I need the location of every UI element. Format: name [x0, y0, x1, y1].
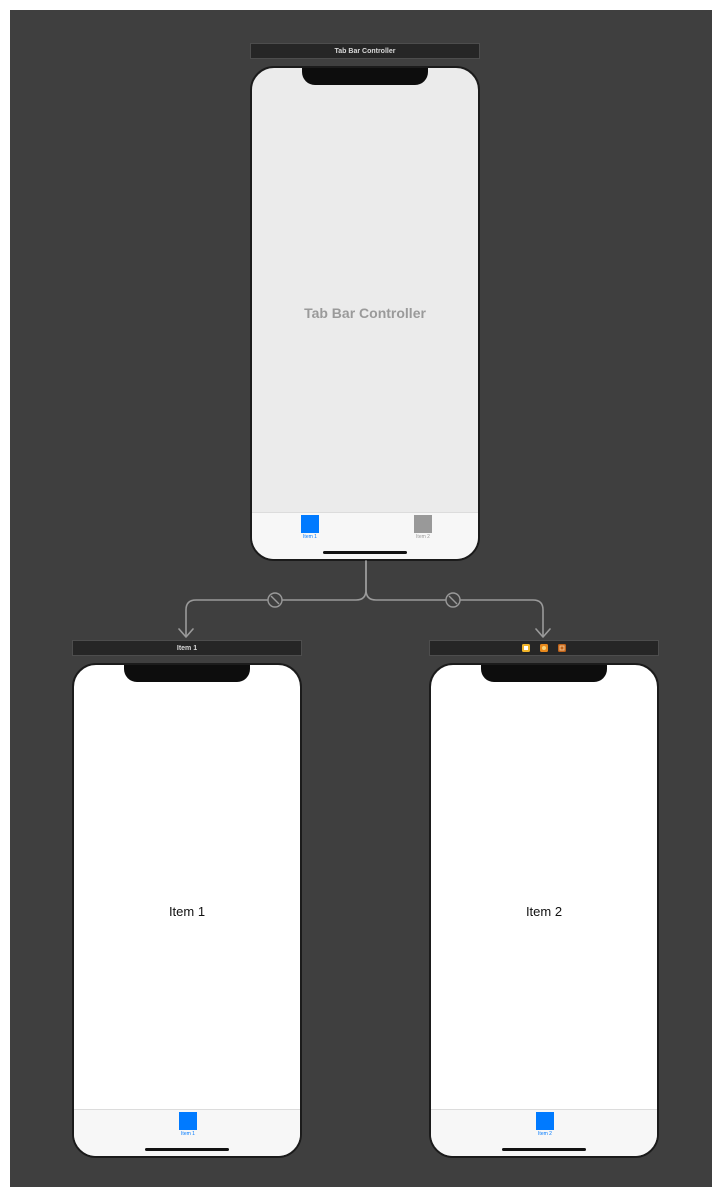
scene-title: Tab Bar Controller [334, 47, 396, 55]
home-indicator [323, 551, 407, 554]
tab-bar-controller-placeholder-label: Tab Bar Controller [304, 305, 426, 321]
tab-item-1[interactable]: Item 1 [280, 515, 340, 540]
item-2-screen[interactable]: Item 2 Item 2 [429, 663, 659, 1158]
device-notch [124, 665, 250, 682]
square-tab-icon [179, 1112, 197, 1130]
tab-item-1-label: Item 1 [303, 534, 317, 540]
square-tab-icon [301, 515, 319, 533]
tab-item-2[interactable]: Item 2 [515, 1112, 575, 1137]
item-2-label: Item 2 [525, 904, 563, 919]
tab-bar-controller-screen[interactable]: Tab Bar Controller Item 1 Item 2 [250, 66, 480, 561]
home-indicator [502, 1148, 586, 1151]
tab-bar-controller-scene-bar[interactable]: Tab Bar Controller [250, 43, 480, 59]
item-1-label: Item 1 [168, 904, 206, 919]
tab-item-1[interactable]: Item 1 [158, 1112, 218, 1137]
square-tab-icon [536, 1112, 554, 1130]
tab-item-1-label: Item 1 [181, 1131, 195, 1137]
item-2-scene-bar[interactable] [429, 640, 659, 656]
tab-item-2-label: Item 2 [416, 534, 430, 540]
tab-item-2-label: Item 2 [538, 1131, 552, 1137]
home-indicator [145, 1148, 229, 1151]
item-1-scene-bar[interactable]: Item 1 [72, 640, 302, 656]
view-controller-icon[interactable] [522, 644, 530, 652]
first-responder-icon[interactable] [540, 644, 548, 652]
device-notch [481, 665, 607, 682]
exit-icon[interactable] [558, 644, 566, 652]
device-notch [302, 68, 428, 85]
item-1-screen[interactable]: Item 1 Item 1 [72, 663, 302, 1158]
square-tab-icon [414, 515, 432, 533]
scene-title: Item 1 [176, 644, 198, 652]
tab-item-2[interactable]: Item 2 [393, 515, 453, 540]
